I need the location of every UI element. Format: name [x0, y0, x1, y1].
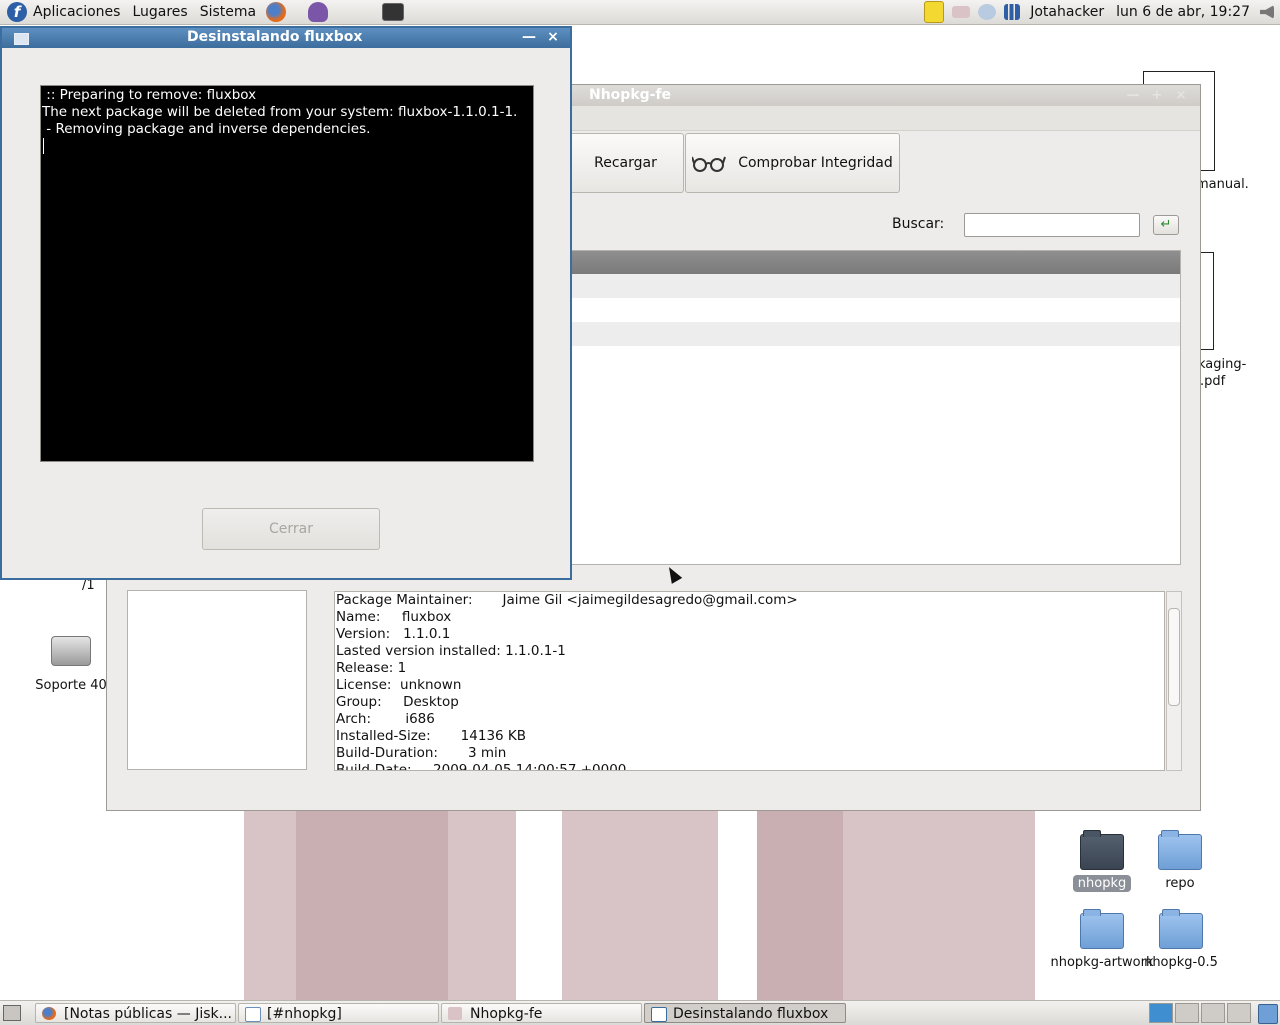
folder-icon: [1158, 830, 1202, 870]
folder-icon: [1080, 909, 1124, 949]
scrollbar-thumb[interactable]: [1168, 608, 1180, 706]
notes-icon[interactable]: [924, 1, 945, 23]
menu-sistema[interactable]: Sistema: [194, 0, 262, 24]
dialog-title: Desinstalando fluxbox: [187, 29, 363, 45]
network-icon[interactable]: [978, 4, 997, 20]
panel-clock[interactable]: lun 6 de abr, 19:27: [1110, 0, 1256, 24]
desktop-icon-drive[interactable]: Soporte 40: [30, 636, 112, 693]
desktop-icon-label: repo: [1165, 876, 1195, 891]
glasses-icon: [692, 156, 727, 172]
terminal-output[interactable]: :: Preparing to remove: fluxbox The next…: [40, 85, 534, 462]
info-line: Lasted version installed: 1.1.0.1-1: [336, 643, 566, 659]
desktop-file-label: kaging-: [1198, 357, 1247, 372]
top-panel: f Aplicaciones Lugares Sistema Jotahacke…: [0, 0, 1280, 25]
menu-aplicaciones[interactable]: Aplicaciones: [27, 0, 126, 24]
bg-shape: [757, 809, 843, 1000]
check-integrity-label: Comprobar Integridad: [738, 155, 893, 171]
volume-icon[interactable]: [1260, 5, 1274, 19]
desktop-icon-label: nhopkg: [1072, 875, 1132, 892]
desktop-icon-label: nhopkg-artwork: [1050, 955, 1154, 970]
bottom-taskbar: [Notas públicas — Jisk... [#nhopkg] Nhop…: [0, 1000, 1280, 1025]
folder-icon: [1159, 909, 1203, 949]
maximize-icon[interactable]: +: [1149, 88, 1165, 103]
desktop-icon-label: nhopkg-0.5: [1144, 955, 1218, 970]
info-line: Package Maintainer: Jaime Gil <jaimegild…: [336, 592, 798, 608]
window-title: Nhopkg-fe: [589, 87, 672, 103]
dialog-titlebar[interactable]: Desinstalando fluxbox — ×: [2, 28, 570, 48]
search-label: Buscar:: [892, 216, 945, 232]
terminal-line: - Removing package and inverse dependenc…: [42, 121, 371, 137]
show-desktop-icon[interactable]: [3, 1005, 21, 1021]
task-label: [Notas públicas — Jisk...: [64, 1006, 232, 1022]
package-info-text[interactable]: Package Maintainer: Jaime Gil <jaimegild…: [334, 591, 1165, 771]
search-go-icon[interactable]: ↵: [1153, 215, 1179, 235]
task-label: [#nhopkg]: [267, 1006, 342, 1022]
info-scrollbar[interactable]: [1166, 591, 1182, 771]
trash-icon[interactable]: [1258, 1004, 1278, 1024]
package-icon[interactable]: [952, 6, 971, 18]
firefox-icon[interactable]: [266, 2, 287, 22]
terminal-icon[interactable]: [382, 3, 405, 21]
close-button[interactable]: Cerrar: [202, 508, 380, 550]
info-line: Arch: i686: [336, 711, 435, 727]
terminal-line: The next package will be deleted from yo…: [42, 104, 518, 120]
group-list[interactable]: [127, 590, 307, 770]
menu-lugares[interactable]: Lugares: [126, 0, 193, 24]
info-line: Name: fluxbox: [336, 609, 452, 625]
desktop-icon-repo[interactable]: repo: [1150, 830, 1210, 891]
desktop-file-label: manual.: [1196, 177, 1249, 192]
signal-icon[interactable]: [1004, 4, 1021, 20]
workspace-1[interactable]: [1149, 1003, 1173, 1023]
terminal-line: :: Preparing to remove: fluxbox: [42, 87, 257, 103]
uninstall-dialog: Desinstalando fluxbox — × :: Preparing t…: [0, 26, 572, 580]
desktop-icon-label: Soporte 40: [35, 678, 107, 693]
window-menu-icon[interactable]: [14, 33, 29, 45]
workspace-2[interactable]: [1175, 1003, 1199, 1023]
info-line: Version: 1.1.0.1: [336, 626, 451, 642]
workspace-3[interactable]: [1201, 1003, 1225, 1023]
desktop-icon-nhopkg[interactable]: nhopkg: [1070, 830, 1134, 892]
search-input[interactable]: [964, 213, 1140, 237]
window-icon: [651, 1007, 667, 1022]
desktop-file-label: /1: [82, 578, 95, 593]
bg-shape: [562, 809, 718, 1000]
package-icon: [448, 1007, 462, 1020]
task-notas-publicas[interactable]: [Notas públicas — Jisk...: [35, 1003, 236, 1023]
firefox-icon: [42, 1007, 56, 1020]
info-line: Build-Date: 2009-04-05 14:00:57 +0000: [336, 762, 627, 771]
harddisk-icon: [51, 636, 91, 666]
task-nhopkg-irc[interactable]: [#nhopkg]: [238, 1003, 439, 1023]
fedora-icon[interactable]: f: [7, 2, 27, 22]
info-line: Build-Duration: 3 min: [336, 745, 507, 761]
desktop-icon-nhopkg-artwork[interactable]: nhopkg-artwork: [1050, 909, 1154, 970]
minimize-icon[interactable]: —: [520, 29, 538, 46]
check-integrity-button[interactable]: Comprobar Integridad: [685, 133, 900, 193]
workspace-4[interactable]: [1227, 1003, 1251, 1023]
info-line: Group: Desktop: [336, 694, 459, 710]
user-name[interactable]: Jotahacker: [1024, 0, 1110, 24]
task-desinstalando[interactable]: Desinstalando fluxbox: [644, 1003, 846, 1023]
text-cursor: [43, 138, 44, 154]
chat-icon: [245, 1007, 261, 1022]
desktop-icon-nhopkg-05[interactable]: nhopkg-0.5: [1144, 909, 1218, 970]
reload-label: Recargar: [594, 155, 657, 171]
folder-icon: [1080, 830, 1124, 870]
minimize-icon[interactable]: —: [1125, 88, 1141, 103]
info-line: Release: 1: [336, 660, 407, 676]
pidgin-icon[interactable]: [308, 2, 329, 22]
task-label: Desinstalando fluxbox: [673, 1006, 829, 1022]
reload-button[interactable]: Recargar: [567, 133, 684, 193]
info-line: License: unknown: [336, 677, 462, 693]
desktop-file-label: .pdf: [1200, 374, 1226, 389]
close-icon[interactable]: ×: [544, 29, 562, 46]
task-nhopkg-fe[interactable]: Nhopkg-fe: [441, 1003, 642, 1023]
task-label: Nhopkg-fe: [470, 1006, 543, 1022]
info-line: Installed-Size: 14136 KB: [336, 728, 527, 744]
bg-shape: [296, 809, 448, 1000]
close-icon[interactable]: ×: [1173, 88, 1189, 103]
